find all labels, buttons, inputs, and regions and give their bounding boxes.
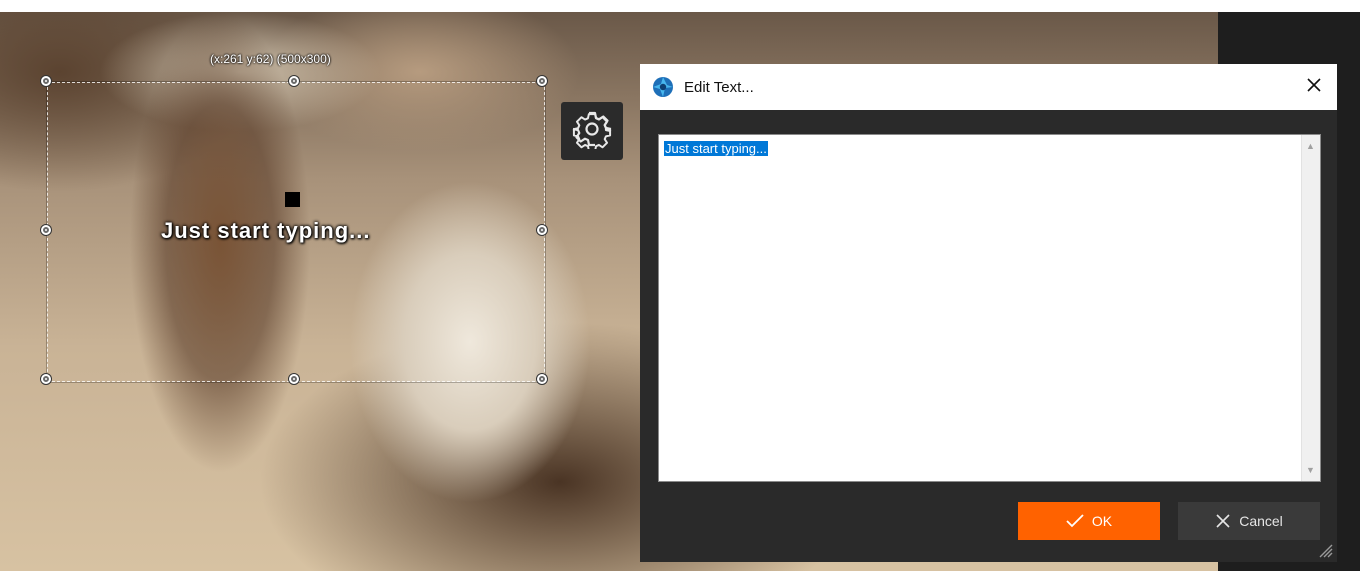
selection-coordinates-label: (x:261 y:62) (500x300): [210, 52, 331, 66]
aperture-icon: [652, 76, 674, 98]
selected-text[interactable]: Just start typing...: [664, 141, 768, 156]
vertical-scrollbar[interactable]: ▲ ▼: [1301, 135, 1320, 481]
resize-handle-bottom[interactable]: [289, 374, 299, 384]
close-icon: [1306, 77, 1322, 98]
ok-label: OK: [1091, 513, 1113, 529]
checkmark-icon: [1066, 514, 1084, 528]
dialog-titlebar[interactable]: Edit Text...: [640, 64, 1337, 110]
resize-handle-top[interactable]: [289, 76, 299, 86]
scroll-up-icon[interactable]: ▲: [1306, 141, 1315, 151]
top-strip: [0, 0, 1360, 12]
dialog-title: Edit Text...: [684, 78, 754, 96]
resize-handle-top-left[interactable]: [41, 76, 51, 86]
resize-grip-icon[interactable]: [1317, 542, 1333, 558]
move-handle[interactable]: [285, 192, 300, 207]
edit-text-dialog: Edit Text... Just start typing... ▲ ▼ OK: [640, 64, 1337, 562]
cancel-button[interactable]: Cancel: [1178, 502, 1320, 540]
cancel-label: Cancel: [1239, 513, 1283, 529]
resize-handle-left[interactable]: [41, 225, 51, 235]
x-icon: [1215, 513, 1231, 529]
settings-button[interactable]: [561, 102, 623, 160]
scroll-down-icon[interactable]: ▼: [1306, 465, 1315, 475]
text-edit-area[interactable]: Just start typing... ▲ ▼: [658, 134, 1321, 482]
ok-button[interactable]: OK: [1018, 502, 1160, 540]
close-button[interactable]: [1291, 64, 1337, 110]
resize-handle-top-right[interactable]: [537, 76, 547, 86]
resize-handle-bottom-right[interactable]: [537, 374, 547, 384]
resize-handle-right[interactable]: [537, 225, 547, 235]
canvas-text-annotation[interactable]: Just start typing...: [161, 218, 370, 244]
resize-handle-bottom-left[interactable]: [41, 374, 51, 384]
gear-icon: [572, 109, 612, 154]
